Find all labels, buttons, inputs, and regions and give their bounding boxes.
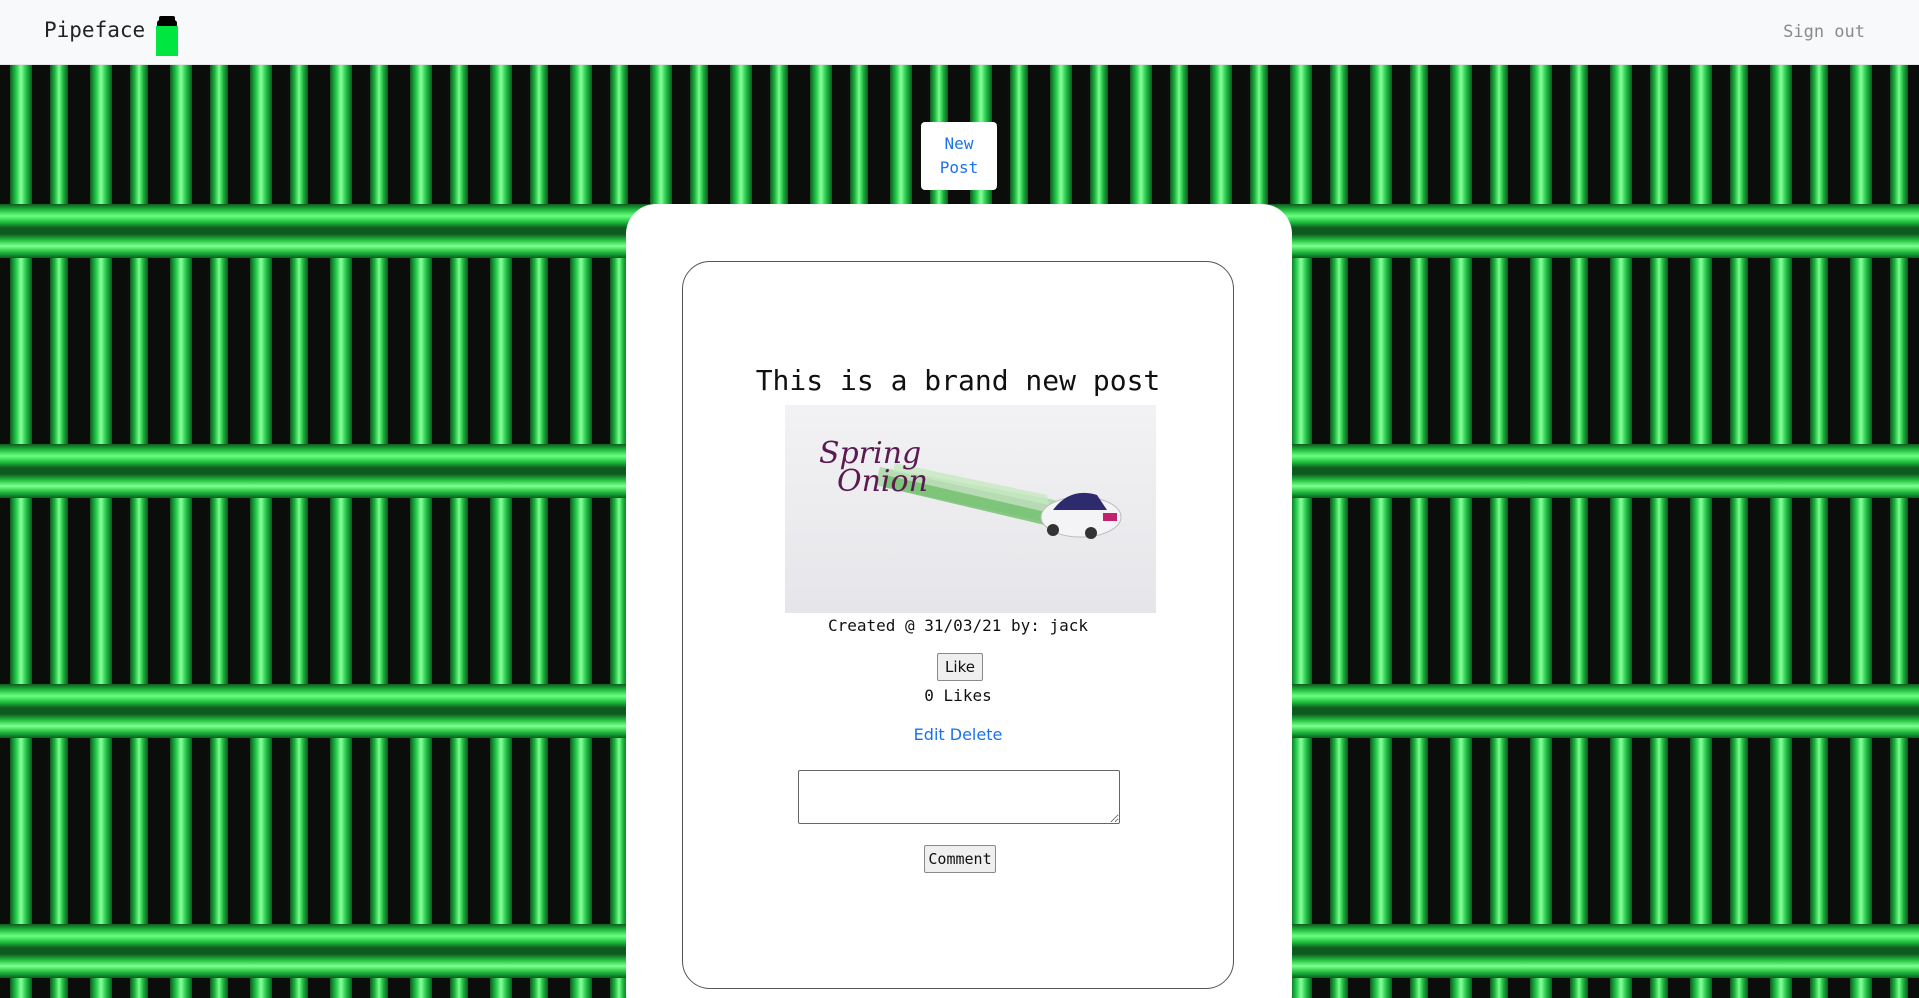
post-actions: Edit Delete <box>683 725 1233 744</box>
green-pipe-icon <box>156 16 178 56</box>
comment-input[interactable] <box>798 770 1120 824</box>
top-navbar: Pipeface Sign out <box>0 0 1919 65</box>
spring-onion-car-illustration: Spring Onion <box>819 436 1122 539</box>
comment-button[interactable]: Comment <box>924 845 996 873</box>
post-title: This is a brand new post <box>755 364 1161 397</box>
post-card: This is a brand new post Spring Onion Cr… <box>682 261 1234 989</box>
image-text-onion: Onion <box>837 464 928 499</box>
like-button[interactable]: Like <box>937 653 983 681</box>
brand-link[interactable]: Pipeface <box>44 18 145 42</box>
post-image: Spring Onion <box>785 405 1156 613</box>
likes-count: 0 Likes <box>924 686 992 705</box>
new-post-button[interactable]: New Post <box>921 122 997 190</box>
delete-link[interactable]: Delete <box>950 725 1003 744</box>
post-meta: Created @ 31/03/21 by: jack <box>827 616 1089 635</box>
sign-out-link[interactable]: Sign out <box>1783 22 1865 42</box>
edit-link[interactable]: Edit <box>914 725 945 744</box>
